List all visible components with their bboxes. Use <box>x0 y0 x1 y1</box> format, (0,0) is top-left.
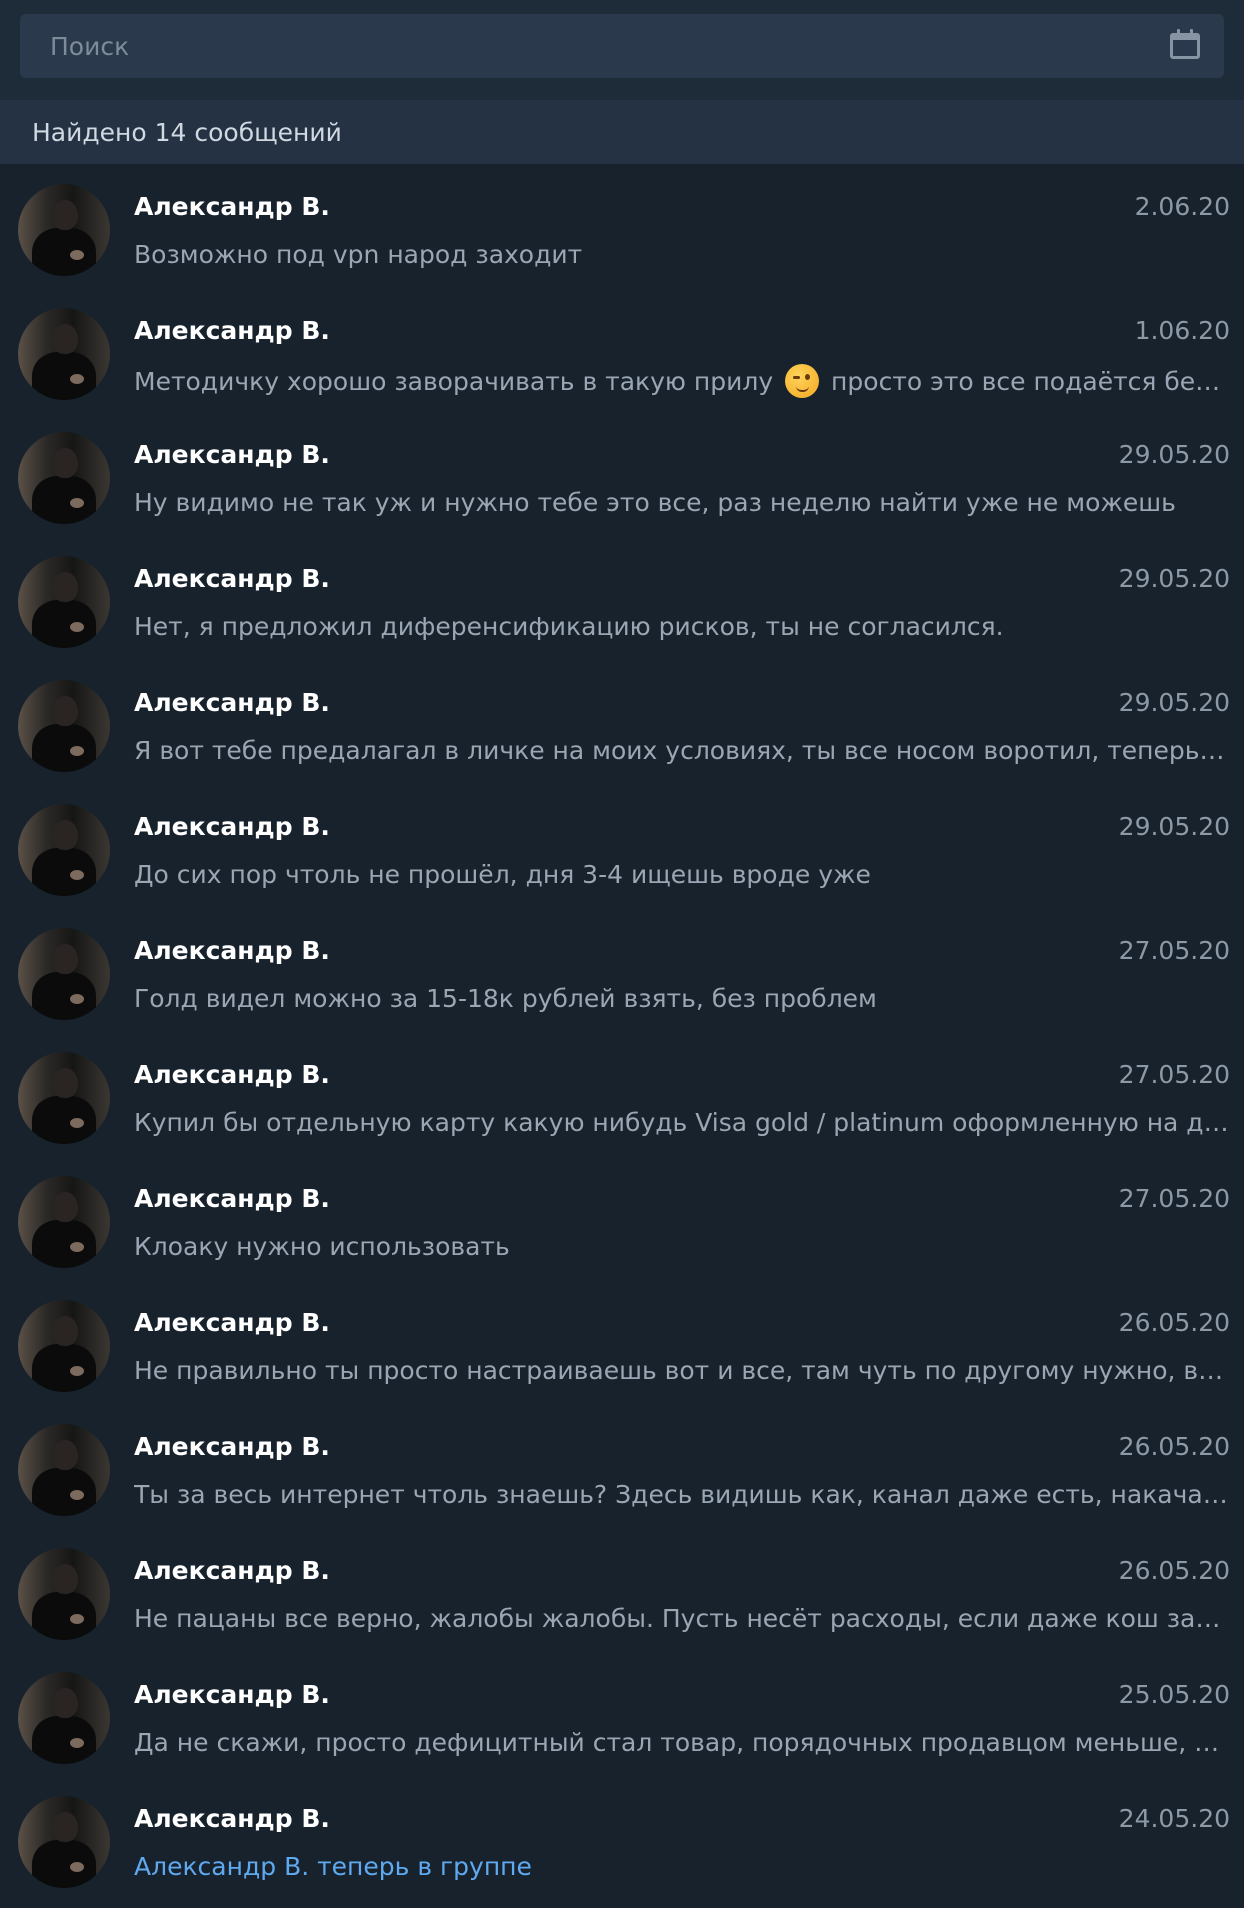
message-date: 24.05.20 <box>1118 1804 1230 1833</box>
sender-name: Александр В. <box>134 1804 330 1833</box>
winking-face-emoji-icon <box>785 364 820 398</box>
avatar <box>18 1176 110 1268</box>
sender-name: Александр В. <box>134 564 330 593</box>
avatar <box>18 1672 110 1764</box>
message-preview: Клоаку нужно использовать <box>134 1232 510 1261</box>
result-row[interactable]: Александр В. 2.06.20 Возможно под vpn на… <box>0 172 1244 296</box>
avatar <box>18 1548 110 1640</box>
message-date: 1.06.20 <box>1134 316 1230 345</box>
avatar <box>18 680 110 772</box>
message-date: 26.05.20 <box>1118 1432 1230 1461</box>
message-preview: Ты за весь интернет чтоль знаешь? Здесь … <box>134 1480 1230 1509</box>
message-preview: Не пацаны все верно, жалобы жалобы. Пуст… <box>134 1604 1230 1633</box>
message-date: 2.06.20 <box>1134 192 1230 221</box>
sender-name: Александр В. <box>134 192 330 221</box>
result-row[interactable]: Александр В. 29.05.20 Ну видимо не так у… <box>0 420 1244 544</box>
result-row[interactable]: Александр В. 25.05.20 Да не скажи, прост… <box>0 1660 1244 1784</box>
sender-name: Александр В. <box>134 812 330 841</box>
message-preview-part: просто это все подаётся без на... <box>823 367 1230 396</box>
message-preview: До сих пор чтоль не прошёл, дня 3-4 ищеш… <box>134 860 871 889</box>
message-preview: Да не скажи, просто дефицитный стал това… <box>134 1728 1230 1757</box>
sender-name: Александр В. <box>134 1308 330 1337</box>
avatar <box>18 308 110 400</box>
search-area <box>0 0 1244 100</box>
message-preview: Не правильно ты просто настраиваешь вот … <box>134 1356 1230 1385</box>
message-date: 26.05.20 <box>1118 1556 1230 1585</box>
sender-name: Александр В. <box>134 936 330 965</box>
result-row[interactable]: Александр В. 1.06.20 Методичку хорошо за… <box>0 296 1244 420</box>
search-box[interactable] <box>20 14 1224 78</box>
sender-name: Александр В. <box>134 688 330 717</box>
message-date: 27.05.20 <box>1118 1184 1230 1213</box>
message-preview: Нет, я предложил диференсификацию рисков… <box>134 612 1004 641</box>
avatar <box>18 1424 110 1516</box>
avatar <box>18 1052 110 1144</box>
result-row[interactable]: Александр В. 27.05.20 Голд видел можно з… <box>0 916 1244 1040</box>
message-preview: Я вот тебе предалагал в личке на моих ус… <box>134 736 1230 765</box>
message-date: 27.05.20 <box>1118 1060 1230 1089</box>
avatar <box>18 928 110 1020</box>
result-row[interactable]: Александр В. 27.05.20 Купил бы отдельную… <box>0 1040 1244 1164</box>
message-date: 26.05.20 <box>1118 1308 1230 1337</box>
avatar <box>18 184 110 276</box>
sender-name: Александр В. <box>134 1432 330 1461</box>
sender-name: Александр В. <box>134 440 330 469</box>
result-row[interactable]: Александр В. 26.05.20 Не пацаны все верн… <box>0 1536 1244 1660</box>
calendar-icon[interactable] <box>1170 29 1200 59</box>
result-row[interactable]: Александр В. 26.05.20 Ты за весь интерне… <box>0 1412 1244 1536</box>
message-date: 25.05.20 <box>1118 1680 1230 1709</box>
sender-name: Александр В. <box>134 316 330 345</box>
message-date: 27.05.20 <box>1118 936 1230 965</box>
service-message: Александр В. теперь в группе <box>134 1852 532 1881</box>
message-date: 29.05.20 <box>1118 564 1230 593</box>
result-row[interactable]: Александр В. 29.05.20 Нет, я предложил д… <box>0 544 1244 668</box>
result-row[interactable]: Александр В. 24.05.20 Александр В. тепер… <box>0 1784 1244 1908</box>
avatar <box>18 1300 110 1392</box>
search-input[interactable] <box>48 30 1170 62</box>
avatar <box>18 432 110 524</box>
result-row[interactable]: Александр В. 26.05.20 Не правильно ты пр… <box>0 1288 1244 1412</box>
message-preview: Возможно под vpn народ заходит <box>134 240 583 269</box>
message-preview: Ну видимо не так уж и нужно тебе это все… <box>134 488 1176 517</box>
result-list: Александр В. 2.06.20 Возможно под vpn на… <box>0 164 1244 1908</box>
result-row[interactable]: Александр В. 29.05.20 Я вот тебе предала… <box>0 668 1244 792</box>
message-date: 29.05.20 <box>1118 812 1230 841</box>
message-preview: Купил бы отдельную карту какую нибудь Vi… <box>134 1108 1230 1137</box>
result-row[interactable]: Александр В. 29.05.20 До сих пор чтоль н… <box>0 792 1244 916</box>
avatar <box>18 556 110 648</box>
result-row[interactable]: Александр В. 27.05.20 Клоаку нужно испол… <box>0 1164 1244 1288</box>
sender-name: Александр В. <box>134 1060 330 1089</box>
message-preview-part: Методичку хорошо заворачивать в такую пр… <box>134 367 782 396</box>
results-count: Найдено 14 сообщений <box>0 100 1244 164</box>
message-preview: Методичку хорошо заворачивать в такую пр… <box>134 364 1230 398</box>
message-date: 29.05.20 <box>1118 688 1230 717</box>
message-preview: Голд видел можно за 15-18к рублей взять,… <box>134 984 877 1013</box>
message-date: 29.05.20 <box>1118 440 1230 469</box>
sender-name: Александр В. <box>134 1184 330 1213</box>
sender-name: Александр В. <box>134 1680 330 1709</box>
avatar <box>18 1796 110 1888</box>
sender-name: Александр В. <box>134 1556 330 1585</box>
avatar <box>18 804 110 896</box>
